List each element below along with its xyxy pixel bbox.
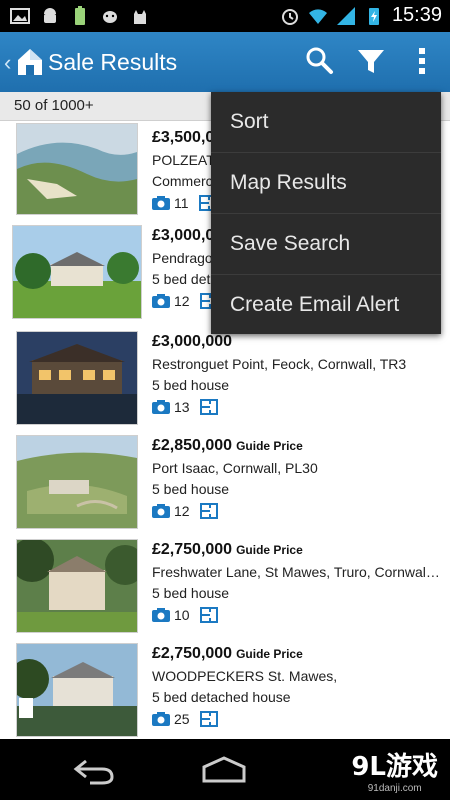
camera-icon [152,294,170,308]
page-title: Sale Results [48,49,178,75]
photo-count: 25 [174,711,190,727]
listing-price: £2,850,000 Guide Price [152,437,303,454]
listing-meta: 12 [152,293,218,309]
search-icon[interactable] [302,44,336,78]
camera-icon [152,712,170,726]
status-time: 15:39 [391,4,442,26]
watermark: 9L游戏 91danji.com [351,746,438,794]
android-icon [44,8,56,23]
listing-description: 5 bed detached house [152,689,291,705]
listing-photo[interactable] [16,643,138,737]
app-logo-icon[interactable] [14,44,46,78]
listing-address: Port Isaac, Cornwall, PL30 [152,460,318,476]
status-left-icons [10,6,150,26]
camera-icon [152,504,170,518]
floorplan-icon[interactable] [199,711,218,727]
home-icon[interactable] [200,755,248,785]
overflow-menu-icon[interactable] [406,44,440,78]
listing-meta: 13 [152,399,218,415]
battery-app-icon [75,6,85,25]
watermark-url: 91danji.com [367,783,422,794]
photo-count: 11 [174,195,189,211]
listing-photo[interactable] [16,539,138,633]
listing-photo[interactable] [12,225,142,319]
listing-price: £2,750,000 Guide Price [152,541,303,558]
listing-row[interactable]: £2,750,000 Guide Price Freshwater Lane, S… [0,533,450,638]
listing-description: 5 bed house [152,585,230,601]
listing-price: £2,750,000 Guide Price [152,645,303,662]
listing-photo[interactable] [16,435,138,529]
listing-photo[interactable] [16,331,138,425]
signal-icon [336,6,355,25]
overflow-menu: Sort Map Results Save Search Create Emai… [211,92,441,334]
listing-description: 5 bed house [152,377,230,393]
listing-meta: 12 [152,503,218,519]
menu-item-create-email-alert[interactable]: Create Email Alert [211,275,441,335]
camera-icon [152,608,170,622]
listing-meta: 25 [152,711,218,727]
wifi-icon [308,8,327,24]
listing-meta: 10 [152,607,218,623]
action-bar: ‹ Sale Results [0,32,450,92]
listing-row[interactable]: £2,750,000 Guide Price WOODPECKERS St. Ma… [0,637,450,739]
menu-item-map-results[interactable]: Map Results [211,153,441,214]
floorplan-icon[interactable] [199,399,218,415]
listing-row[interactable]: £2,850,000 Guide Price Port Isaac, Cornwa… [0,429,450,534]
battery-charging-icon [368,7,379,25]
status-bar: 15:39 [0,0,450,32]
listing-photo[interactable] [16,123,138,215]
status-right-icons: 15:39 [280,4,442,27]
alarm-icon [281,8,298,25]
image-icon [10,8,30,24]
back-icon[interactable] [72,755,116,785]
photo-count: 12 [174,293,190,309]
listing-meta: 11 [152,195,217,211]
floorplan-icon[interactable] [199,503,218,519]
menu-item-save-search[interactable]: Save Search [211,214,441,275]
android-bug-icon [103,11,117,23]
listing-description: 5 bed house [152,481,230,497]
camera-icon [152,400,170,414]
photo-count: 10 [174,607,190,623]
menu-item-sort[interactable]: Sort [211,92,441,153]
listing-address: WOODPECKERS St. Mawes, [152,668,338,684]
results-count: 50 of 1000+ [14,97,94,114]
listing-row[interactable]: £3,000,000 Restronguet Point, Feock, Cor… [0,325,450,430]
listing-price: £3,000,000 [152,333,233,350]
photo-count: 12 [174,503,190,519]
cat-icon [134,10,146,24]
camera-icon [152,196,170,210]
listing-address: Freshwater Lane, St Mawes, Truro, Cornwa… [152,564,442,580]
filter-icon[interactable] [354,44,388,78]
back-chevron-icon[interactable]: ‹ [4,50,11,76]
floorplan-icon[interactable] [199,607,218,623]
watermark-logo: 9L游戏 [351,752,438,782]
listing-address: Restronguet Point, Feock, Cornwall, TR3 [152,356,407,372]
photo-count: 13 [174,399,190,415]
